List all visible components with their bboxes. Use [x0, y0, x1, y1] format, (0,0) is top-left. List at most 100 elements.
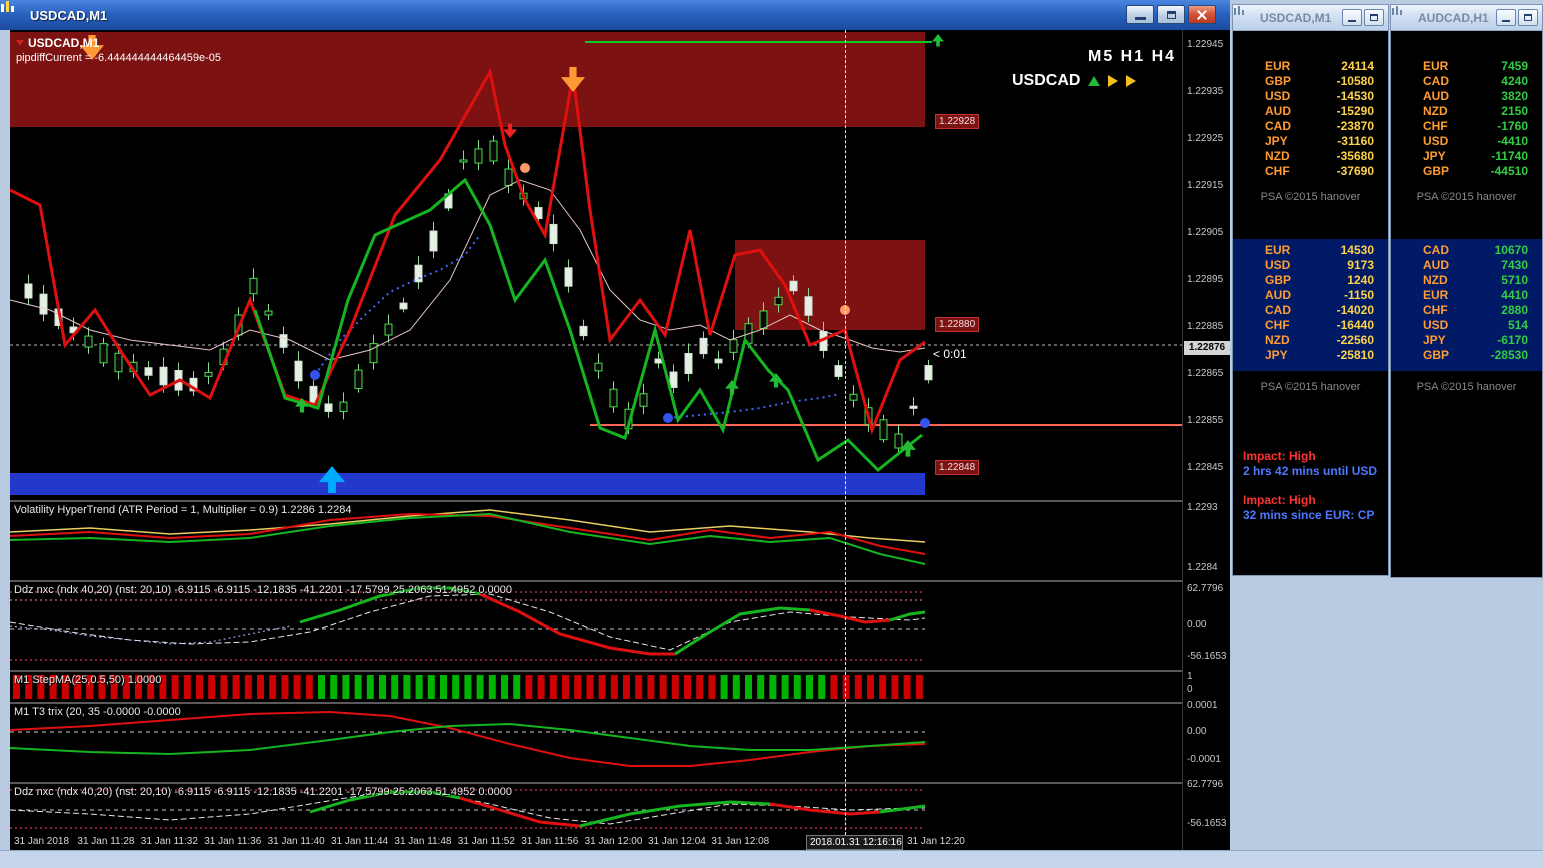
price-tick: 1.22855 [1187, 415, 1224, 426]
psa-copyright: PSA ©2015 hanover [1416, 191, 1517, 203]
currency-label: CHF [1423, 119, 1448, 133]
strength-row: JPY -6170 [1391, 333, 1542, 348]
price-tick: 1.22925 [1187, 133, 1224, 144]
strength-row: AUD -1150 [1233, 288, 1388, 303]
chart-icon [1234, 6, 1255, 25]
strength-row: CHF -1760 [1391, 119, 1542, 134]
main-price-pane[interactable]: USDCAD,M1 pipdiffCurrent = -6.4444444444… [10, 30, 1182, 500]
strength-row: JPY -31160 [1233, 134, 1388, 149]
psa-copyright: PSA ©2015 hanover [1260, 381, 1361, 393]
timeframe-buttons[interactable]: M5 H1 H4 [1088, 48, 1176, 66]
strength-value: 24114 [1341, 59, 1374, 73]
dropdown-triangle-icon [16, 40, 24, 46]
time-label: 31 Jan 11:32 [140, 836, 198, 847]
ddz-bottom-pane[interactable]: Ddz nxc (ndx 40,20) (nst: 20,10) -6.9115… [10, 784, 1182, 835]
pipdiff-label: pipdiffCurrent = -6.444444444464459e-05 [16, 52, 221, 64]
time-label: 31 Jan 12:08 [711, 836, 770, 847]
strength-value: -37690 [1336, 164, 1374, 178]
strength-row: USD 514 [1391, 318, 1542, 333]
strength-value: 10670 [1494, 243, 1528, 257]
strength-row: GBP 1240 [1233, 273, 1388, 288]
strength-row: EUR 7459 [1391, 59, 1542, 74]
ddz-top-label: Ddz nxc (ndx 40,20) (nst: 20,10) -6.9115… [14, 584, 513, 596]
indicator-tick: 62.7796 [1187, 583, 1224, 594]
strength-value: 3820 [1501, 89, 1528, 103]
strength-row: CAD -14020 [1233, 303, 1388, 318]
currency-label: AUD [1423, 89, 1449, 103]
strength-value: -23870 [1336, 119, 1374, 133]
news-detail-2: 32 mins since EUR: CP [1243, 508, 1375, 522]
strength-row: USD -14530 [1233, 89, 1388, 104]
crosshair-vertical-line [845, 784, 846, 835]
strength-value: -11740 [1491, 149, 1528, 163]
price-tick: 1.22845 [1187, 462, 1224, 473]
indicator-tick: 1 [1187, 671, 1193, 682]
currency-label: EUR [1423, 288, 1449, 302]
currency-label: CHF [1265, 164, 1290, 178]
crosshair-vertical-line [845, 582, 846, 670]
currency-label: AUD [1265, 288, 1291, 302]
ddz-top-pane[interactable]: Ddz nxc (ndx 40,20) (nst: 20,10) -6.9115… [10, 582, 1182, 670]
indicator-tick: -56.1653 [1187, 651, 1227, 662]
price-level-label: 1.22848 [935, 460, 980, 475]
strength-row: CHF 2880 [1391, 303, 1542, 318]
strength-value: 514 [1507, 318, 1528, 332]
currency-label: GBP [1423, 164, 1450, 178]
strength-row: NZD 5710 [1391, 273, 1542, 288]
time-label: 31 Jan 12:04 [648, 836, 706, 847]
restore-button[interactable] [1157, 5, 1185, 24]
news-impact-2: Impact: High [1243, 493, 1316, 507]
indicator-tick: -0.0001 [1187, 754, 1221, 765]
trix-pane[interactable]: M1 T3 trix (20, 35 -0.0000 -0.0000 [10, 704, 1182, 782]
crosshair-vertical-line [845, 672, 846, 702]
time-label: 31 Jan 11:48 [394, 836, 452, 847]
currency-label: AUD [1265, 104, 1291, 118]
panel-usdcad-titlebar[interactable]: USDCAD,M1 [1233, 5, 1388, 31]
strength-value: -25810 [1336, 348, 1374, 362]
currency-label: EUR [1265, 243, 1291, 257]
strength-row: AUD 7430 [1391, 258, 1542, 273]
watermark-symbol: USDCAD [1012, 72, 1081, 89]
panel-audcad: AUDCAD,H1 PSA ©2015 hanover PSA ©2015 ha… [1390, 4, 1543, 578]
chart-symbol-label: USDCAD,M1 [16, 36, 99, 50]
currency-label: CAD [1423, 243, 1449, 257]
strength-row: AUD -15290 [1233, 104, 1388, 119]
strength-value: -4410 [1497, 134, 1528, 148]
currency-label: JPY [1423, 149, 1446, 163]
time-label: 31 Jan 11:36 [204, 836, 262, 847]
time-axis[interactable]: 2018.01.31 12:16:16 31 Jan 12:20 31 Jan … [10, 835, 1182, 850]
indicator-tick: 62.7796 [1187, 779, 1224, 790]
right-arrow-yellow-icon [1126, 75, 1137, 87]
price-tick: 1.22885 [1187, 321, 1224, 332]
strength-value: 7430 [1501, 258, 1528, 272]
window-titlebar[interactable]: USDCAD,M1 [0, 0, 1230, 30]
price-scale[interactable]: 1.22876 1.22945 1.22935 1.22925 1.22915 1.22… [1182, 30, 1230, 850]
stepma-pane[interactable]: M1 StepMA(25,0.5,50) 1.0000 [10, 672, 1182, 702]
strength-row: GBP -44510 [1391, 164, 1542, 179]
indicator-tick: -56.1653 [1187, 818, 1227, 829]
panel-minimize-button[interactable] [1342, 9, 1362, 26]
price-tick: 1.22895 [1187, 274, 1224, 285]
desktop: USDCAD,M1 USDCAD,M1 pipdiffCurrent = -6.… [0, 0, 1543, 868]
strength-value: -14530 [1336, 89, 1374, 103]
trix-label: M1 T3 trix (20, 35 -0.0000 -0.0000 [14, 706, 181, 718]
strength-value: 5710 [1501, 273, 1528, 287]
strength-row: NZD -22560 [1233, 333, 1388, 348]
chart-canvas[interactable]: USDCAD,M1 pipdiffCurrent = -6.4444444444… [10, 30, 1182, 850]
panel-maximize-button[interactable] [1364, 9, 1384, 26]
strength-value: 7459 [1501, 59, 1528, 73]
currency-label: JPY [1265, 134, 1288, 148]
panel-minimize-button[interactable] [1496, 9, 1516, 26]
panel-usdcad-title: USDCAD,M1 [1260, 10, 1332, 25]
panel-maximize-button[interactable] [1518, 9, 1538, 26]
hypertrend-pane[interactable]: Volatility HyperTrend (ATR Period = 1, M… [10, 502, 1182, 580]
time-label: 31 Jan 11:40 [267, 836, 325, 847]
strength-value: 4410 [1501, 288, 1528, 302]
close-button[interactable] [1188, 5, 1216, 24]
time-label: 31 Jan 11:44 [331, 836, 389, 847]
strength-row: CHF -37690 [1233, 164, 1388, 179]
panel-audcad-titlebar[interactable]: AUDCAD,H1 [1391, 5, 1542, 31]
strength-value: -1150 [1343, 288, 1374, 302]
minimize-button[interactable] [1126, 5, 1154, 24]
price-tick: 1.22945 [1187, 39, 1224, 50]
